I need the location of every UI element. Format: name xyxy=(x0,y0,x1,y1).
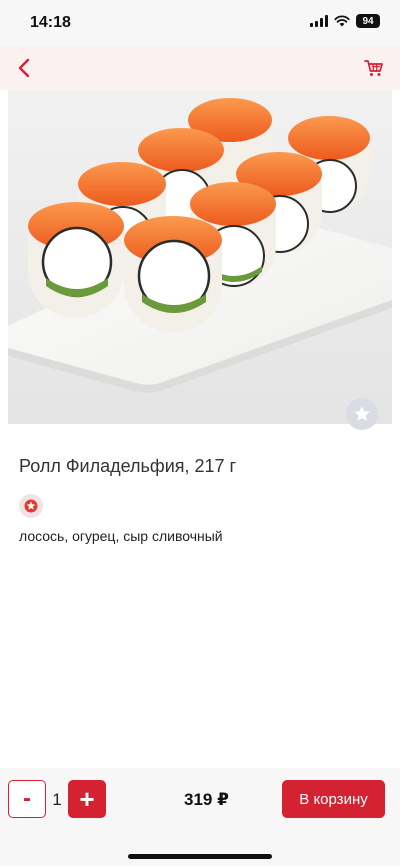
spicy-badge-icon xyxy=(24,499,38,513)
wifi-icon xyxy=(334,15,350,27)
star-icon xyxy=(354,406,370,421)
cart-button[interactable] xyxy=(360,54,388,82)
home-indicator xyxy=(128,854,272,859)
status-time: 14:18 xyxy=(30,14,71,31)
signal-icon xyxy=(310,15,328,27)
product-image xyxy=(8,90,392,424)
product-description: лосось, огурец, сыр сливочный xyxy=(19,528,223,544)
price: 319 ₽ xyxy=(184,790,229,809)
increase-quantity-button[interactable]: + xyxy=(68,780,106,818)
sushi-rolls-photo xyxy=(8,90,392,424)
add-to-cart-button[interactable]: В корзину xyxy=(282,780,385,818)
battery-icon: 94 xyxy=(356,14,380,28)
back-button[interactable] xyxy=(10,54,38,82)
spicy-badge-icon xyxy=(19,494,43,518)
product-title: Ролл Филадельфия, 217 г xyxy=(19,456,237,476)
quantity-value: 1 xyxy=(52,790,62,809)
shopping-cart-icon xyxy=(364,60,383,76)
bottom-order-bar: - 1 + 319 ₽ В корзину xyxy=(0,768,400,866)
nav-bar xyxy=(0,46,400,90)
chevron-left-icon xyxy=(18,58,30,78)
decrease-quantity-button[interactable]: - xyxy=(8,780,46,818)
status-icons: 94 xyxy=(310,14,380,28)
favorite-button[interactable] xyxy=(346,398,378,430)
status-bar: 14:18 94 xyxy=(0,0,400,46)
